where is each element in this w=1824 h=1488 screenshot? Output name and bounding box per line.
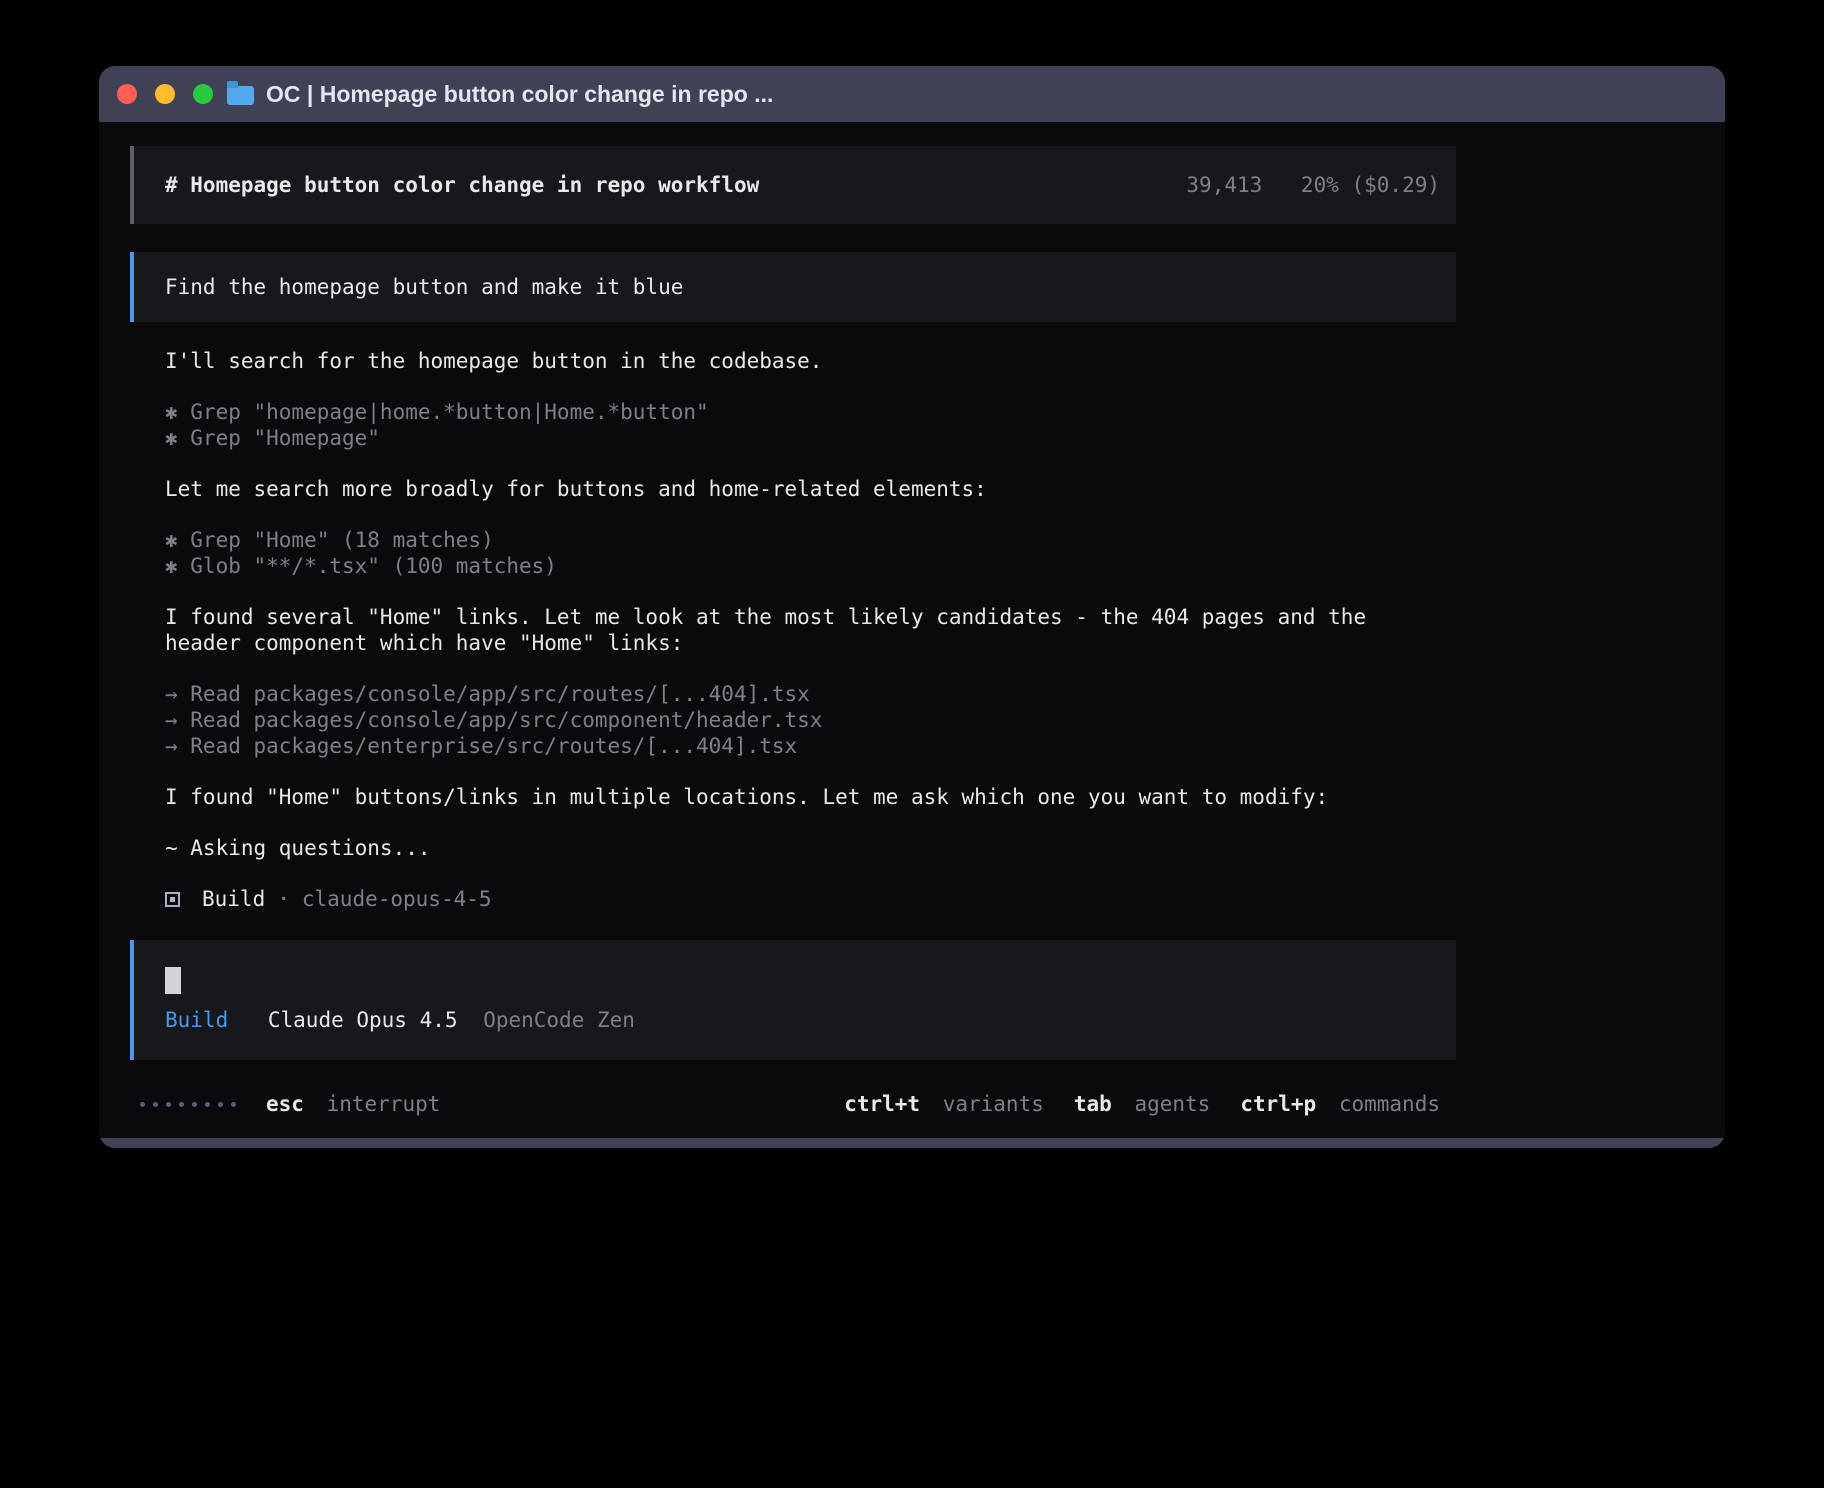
traffic-lights [117,84,213,104]
user-message: Find the homepage button and make it blu… [130,252,1456,322]
blank-line [165,451,1396,476]
agent-name: Build [202,886,265,912]
assistant-text-line: I found "Home" buttons/links in multiple… [165,784,1396,810]
shortcut-key: ctrl+t [844,1092,920,1116]
shortcut-key: tab [1074,1092,1112,1116]
separator-dot: · [277,886,290,912]
assistant-text-line: I'll search for the homepage button in t… [165,348,1396,374]
input-mode-line: Build Claude Opus 4.5 OpenCode Zen [165,1008,1440,1032]
status-bar: esc interrupt ctrl+t variants tab agents… [130,1092,1456,1116]
close-button[interactable] [117,84,137,104]
shortcut-label: commands [1339,1092,1440,1116]
tui-content-column: # Homepage button color change in repo w… [130,146,1456,1138]
input-model: Claude Opus 4.5 [268,1008,458,1032]
shortcut-variants: ctrl+t variants [844,1092,1044,1116]
blank-line [165,502,1396,527]
blank-line [165,656,1396,681]
interrupt-hint: esc interrupt [266,1092,440,1116]
token-count: 39,413 [1186,173,1262,197]
blank-line [165,579,1396,604]
session-title: # Homepage button color change in repo w… [165,173,759,197]
blank-line [165,759,1396,784]
blank-line [165,810,1396,835]
assistant-text-line: Let me search more broadly for buttons a… [165,476,1396,502]
tool-call-line: → Read packages/console/app/src/componen… [165,707,1396,733]
blank-line [165,374,1396,399]
input-provider: OpenCode Zen [483,1008,635,1032]
tool-call-line: → Read packages/enterprise/src/routes/[.… [165,733,1396,759]
shortcut-key: ctrl+p [1240,1092,1316,1116]
session-stats: 39,413 20% ($0.29) [1186,173,1440,197]
tool-call-line: ✱ Grep "homepage|home.*button|Home.*butt… [165,399,1396,425]
terminal-content: # Homepage button color change in repo w… [99,122,1725,1138]
agent-status-line: Build · claude-opus-4-5 [130,886,1456,912]
context-usage: 20% ($0.29) [1301,173,1440,197]
assistant-text-line: ~ Asking questions... [165,835,1396,861]
session-header: # Homepage button color change in repo w… [130,146,1456,224]
shortcut-label: agents [1134,1092,1210,1116]
tool-call-line: ✱ Grep "Homepage" [165,425,1396,451]
window-title: OC | Homepage button color change in rep… [266,81,773,108]
tool-call-line: ✱ Glob "**/*.tsx" (100 matches) [165,553,1396,579]
agent-model: claude-opus-4-5 [302,886,492,912]
progress-dots [140,1102,236,1107]
input-mode: Build [165,1008,228,1032]
interrupt-label: interrupt [327,1092,441,1116]
conversation: I'll search for the homepage button in t… [130,348,1456,861]
folder-icon [227,86,254,105]
shortcut-commands: ctrl+p commands [1240,1092,1440,1116]
shortcut-agents: tab agents [1074,1092,1210,1116]
prompt-input[interactable]: Build Claude Opus 4.5 OpenCode Zen [130,940,1456,1060]
terminal-window: OC | Homepage button color change in rep… [99,66,1725,1148]
assistant-text-line: I found several "Home" links. Let me loo… [165,604,1396,656]
zoom-button[interactable] [193,84,213,104]
esc-key: esc [266,1092,304,1116]
tool-call-line: ✱ Grep "Home" (18 matches) [165,527,1396,553]
window-titlebar: OC | Homepage button color change in rep… [99,66,1725,122]
tool-call-line: → Read packages/console/app/src/routes/[… [165,681,1396,707]
minimize-button[interactable] [155,84,175,104]
agent-square-icon [165,892,180,907]
user-message-text: Find the homepage button and make it blu… [165,275,683,299]
shortcut-label: variants [943,1092,1044,1116]
text-cursor [165,967,181,994]
